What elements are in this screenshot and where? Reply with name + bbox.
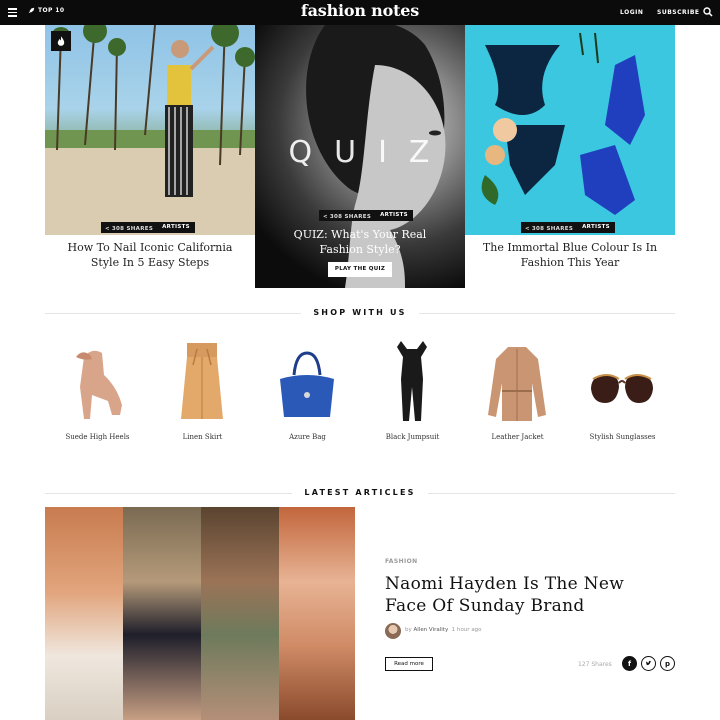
- sunglasses-icon: [591, 374, 653, 403]
- share-icon: <: [525, 225, 530, 232]
- shop-item-label: Stylish Sunglasses: [589, 433, 656, 441]
- article-category[interactable]: FASHION: [385, 558, 418, 565]
- article-byline: by Allen Virality 1 hour ago: [405, 627, 482, 633]
- hero-title-california[interactable]: How To Nail Iconic California Style In 5…: [45, 240, 255, 270]
- author-name[interactable]: Allen Virality: [414, 627, 449, 633]
- hero-meta: <308 SHARES ARTISTS: [101, 222, 195, 233]
- quiz-overlay-text: QUIZ: [288, 135, 452, 170]
- login-link[interactable]: LOGIN: [620, 9, 643, 16]
- shop-item-bag[interactable]: Azure Bag: [255, 335, 360, 450]
- twitter-share-button[interactable]: [641, 656, 656, 671]
- latest-heading: LATEST ARTICLES: [0, 488, 720, 497]
- shop-item-sunglasses[interactable]: Stylish Sunglasses: [570, 335, 675, 450]
- article-image[interactable]: [45, 507, 355, 720]
- subscribe-link[interactable]: SUBSCRIBE: [657, 9, 700, 16]
- hero-card-california[interactable]: <308 SHARES ARTISTS: [45, 25, 255, 235]
- shares-count: 308 SHARES: [329, 213, 372, 220]
- shop-item-jacket[interactable]: Leather Jacket: [465, 335, 570, 450]
- hero-meta: <308 SHARES ARTISTS: [319, 210, 413, 221]
- pinterest-icon: p: [664, 659, 670, 668]
- share-icon: <: [105, 225, 110, 232]
- pinterest-share-button[interactable]: p: [660, 656, 675, 671]
- jumpsuit-icon: [397, 341, 427, 421]
- hero-image-blue: [481, 32, 645, 215]
- shop-item-label: Suede High Heels: [65, 433, 130, 441]
- share-icon: <: [323, 213, 328, 220]
- shares-count: 308 SHARES: [111, 225, 154, 232]
- shop-item-jumpsuit[interactable]: Black Jumpsuit: [360, 335, 465, 450]
- hero-image-california: [45, 25, 255, 235]
- shop-item-heels[interactable]: Suede High Heels: [45, 335, 150, 450]
- shop-item-label: Azure Bag: [289, 433, 326, 441]
- image-strip: [123, 507, 201, 720]
- fire-icon: [57, 36, 65, 46]
- image-strip: [45, 507, 123, 720]
- shop-heading: SHOP WITH US: [0, 308, 720, 317]
- read-more-button[interactable]: Read more: [385, 657, 433, 671]
- top-navigation-bar: TOP 10 fashion notes LOGIN SUBSCRIBE: [0, 0, 720, 25]
- site-logo[interactable]: fashion notes: [0, 1, 720, 20]
- article-title[interactable]: Naomi Hayden Is The New Face Of Sunday B…: [385, 573, 665, 617]
- shop-item-label: Black Jumpsuit: [385, 433, 440, 441]
- hero-card-quiz[interactable]: QUIZ <308 SHARES ARTISTS QUIZ: What's Yo…: [255, 25, 465, 288]
- author-avatar[interactable]: [385, 623, 401, 639]
- share-count: 127 Shares: [578, 661, 612, 668]
- category-tag[interactable]: ARTISTS: [375, 210, 413, 221]
- skirt-icon: [181, 343, 223, 419]
- twitter-icon: [645, 660, 652, 666]
- image-strip: [201, 507, 279, 720]
- facebook-share-button[interactable]: f: [622, 656, 637, 671]
- hero-card-blue[interactable]: <308 SHARES ARTISTS: [465, 25, 675, 235]
- image-strip: [279, 507, 355, 720]
- category-tag[interactable]: ARTISTS: [577, 222, 615, 233]
- category-tag[interactable]: ARTISTS: [157, 222, 195, 233]
- play-quiz-button[interactable]: PLAY THE QUIZ: [328, 262, 392, 277]
- article-time: 1 hour ago: [451, 627, 482, 633]
- heels-icon: [76, 350, 122, 419]
- search-icon[interactable]: [703, 7, 713, 17]
- bag-icon: [280, 351, 334, 417]
- facebook-icon: f: [627, 659, 632, 668]
- hero-title-quiz[interactable]: QUIZ: What's Your Real Fashion Style?: [255, 227, 465, 257]
- jacket-icon: [488, 347, 546, 421]
- shop-item-skirt[interactable]: Linen Skirt: [150, 335, 255, 450]
- shares-count: 308 SHARES: [531, 225, 574, 232]
- hero-meta: <308 SHARES ARTISTS: [521, 222, 615, 233]
- shop-item-label: Linen Skirt: [182, 433, 223, 441]
- hero-title-blue[interactable]: The Immortal Blue Colour Is In Fashion T…: [465, 240, 675, 270]
- shop-item-label: Leather Jacket: [491, 433, 544, 441]
- trending-badge[interactable]: [51, 31, 71, 51]
